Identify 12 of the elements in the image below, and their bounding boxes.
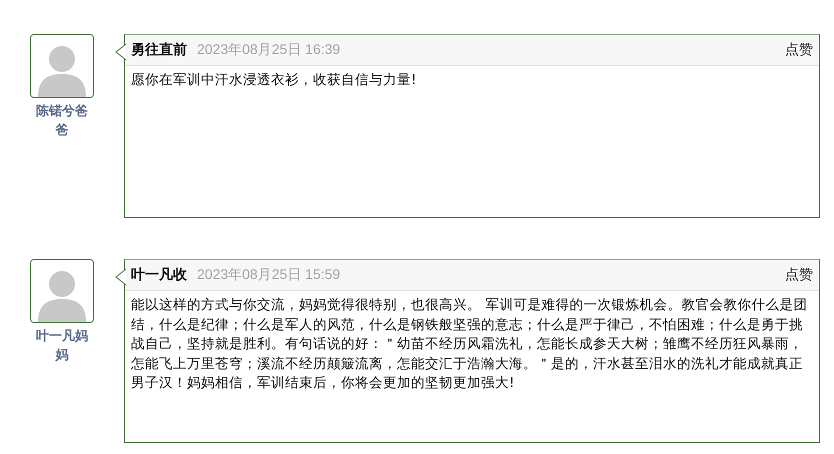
author-name[interactable]: 陈锘兮爸爸 <box>30 102 94 140</box>
avatar[interactable] <box>30 34 94 98</box>
comment-time: 2023年08月25日 16:39 <box>197 41 342 59</box>
comment-title: 勇往直前 <box>131 41 187 59</box>
author-name[interactable]: 叶一凡妈妈 <box>30 327 94 365</box>
comment-time: 2023年08月25日 15:59 <box>197 266 342 284</box>
comment-text: 愿你在军训中汗水浸透衣衫，收获自信与力量! <box>130 71 418 90</box>
avatar[interactable] <box>30 259 94 323</box>
comment-text: 能以这样的方式与你交流，妈妈觉得很特别，也很高兴。 军训可是难得的一次锻炼机会。教官会教你什么是团结，什么是纪律；什么是军人的风范，什么是钢铁般坚强的意志；什么是严于律己，不怕困难；什么是勇于挑战自己，坚持就是胜利。有句话说的好：＂幼苗不经历风霜洗礼，怎能长成参天大树；雏鹰不经历狂风暴雨，怎能飞上万里苍穹；溪流不经历颠簸流离，怎能交汇于浩瀚大海。＂是的，汗水甚至泪水的洗礼才能成就真正男子汉！妈妈相信，军训结束后，你将会更加的坚韧更加强大! <box>130 296 808 393</box>
like-link[interactable]: 点赞 <box>785 41 813 59</box>
comment-title: 叶一凡收 <box>131 266 187 284</box>
like-link[interactable]: 点赞 <box>785 266 813 284</box>
